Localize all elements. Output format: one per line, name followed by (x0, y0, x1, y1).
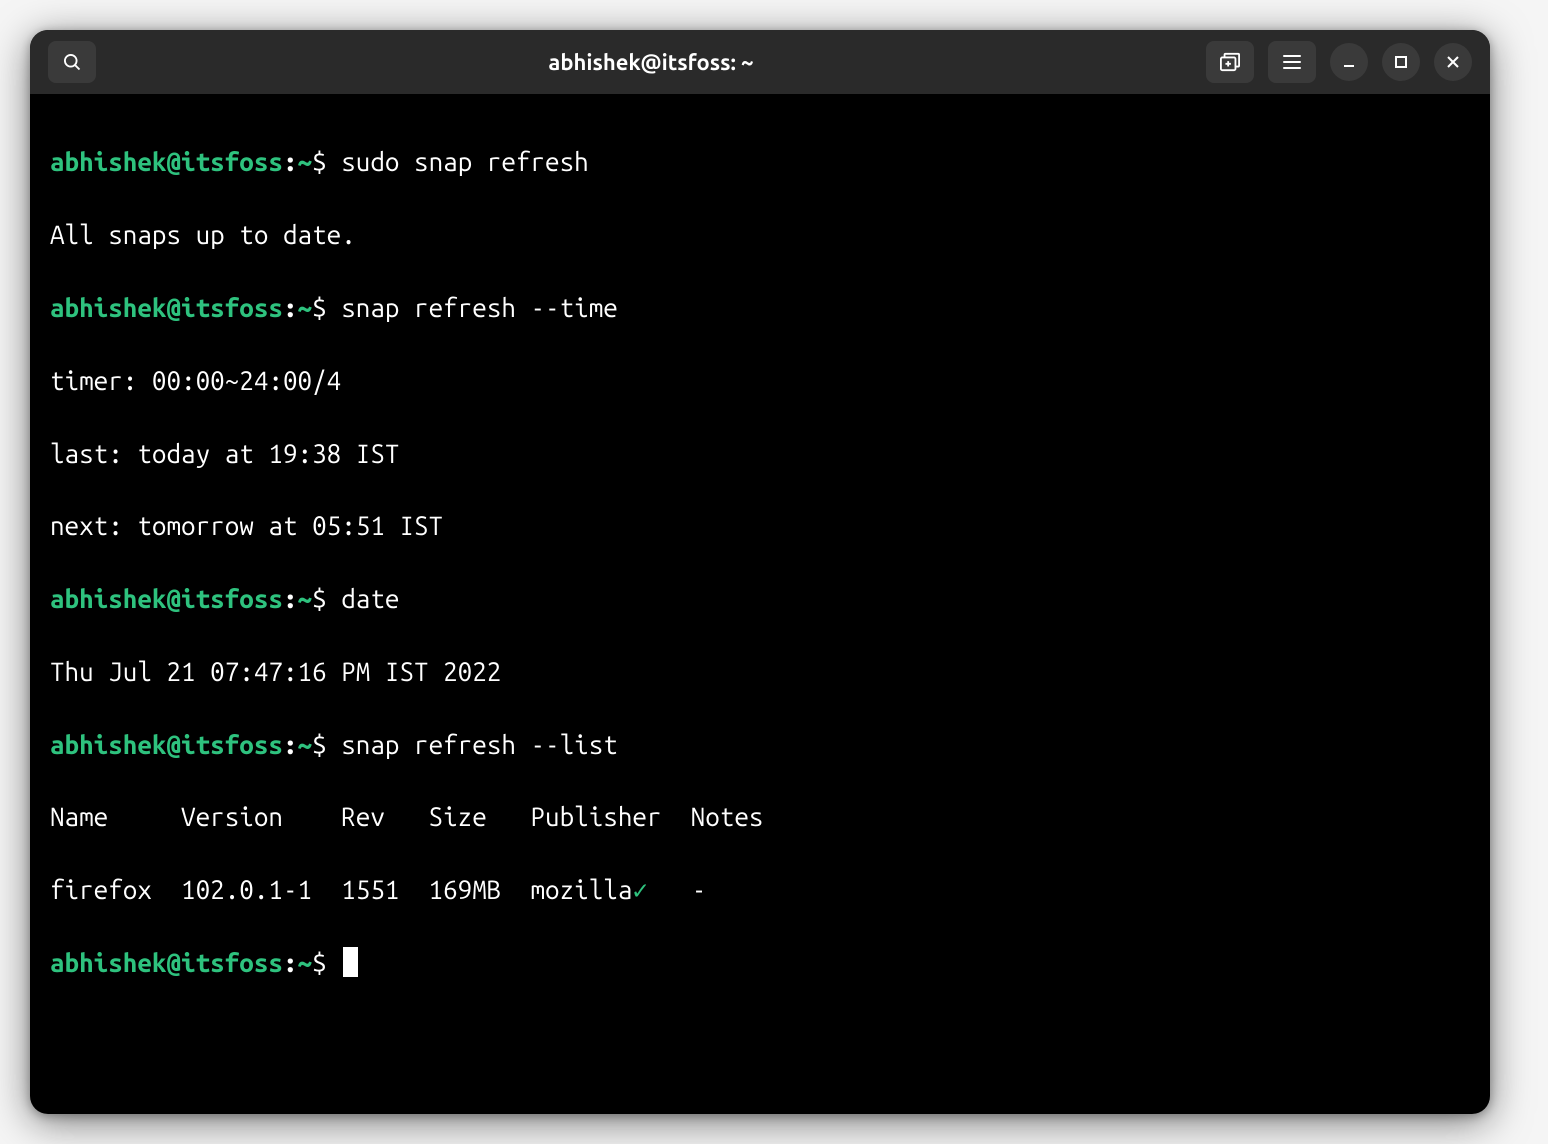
terminal-body[interactable]: abhishek@itsfoss:~$ sudo snap refresh Al… (30, 94, 1490, 1114)
prompt-user: abhishek@itsfoss (50, 147, 283, 176)
snap-list-header: Name Version Rev Size Publisher Notes (50, 799, 1470, 835)
maximize-icon (1394, 55, 1408, 69)
command-2: snap refresh --time (341, 293, 618, 322)
verified-check-icon: ✓ (632, 875, 648, 904)
snap-list-row: firefox 102.0.1-1 1551 169MB mozilla✓ - (50, 872, 1470, 908)
new-tab-icon (1219, 52, 1241, 72)
output-2c: next: tomorrow at 05:51 IST (50, 508, 1470, 544)
terminal-window: abhishek@itsfoss: ~ (30, 30, 1490, 1114)
new-tab-button[interactable] (1206, 41, 1254, 83)
prompt-line-1: abhishek@itsfoss:~$ sudo snap refresh (50, 144, 1470, 180)
command-4: snap refresh --list (341, 730, 618, 759)
prompt-path: ~ (298, 147, 313, 176)
hamburger-icon (1282, 54, 1302, 70)
cursor (343, 947, 358, 977)
prompt-colon: : (283, 147, 298, 176)
prompt-line-3: abhishek@itsfoss:~$ date (50, 581, 1470, 617)
snap-row-post: - (648, 875, 706, 904)
minimize-button[interactable] (1330, 43, 1368, 81)
prompt-line-5: abhishek@itsfoss:~$ (50, 945, 1470, 981)
maximize-button[interactable] (1382, 43, 1420, 81)
output-2a: timer: 00:00~24:00/4 (50, 363, 1470, 399)
search-icon (62, 52, 82, 72)
prompt-line-4: abhishek@itsfoss:~$ snap refresh --list (50, 727, 1470, 763)
command-3: date (341, 584, 399, 613)
minimize-icon (1342, 55, 1356, 69)
snap-row-pre: firefox 102.0.1-1 1551 169MB mozilla (50, 875, 632, 904)
output-2b: last: today at 19:38 IST (50, 436, 1470, 472)
prompt-dollar: $ (312, 147, 341, 176)
search-button[interactable] (48, 41, 96, 83)
close-button[interactable] (1434, 43, 1472, 81)
prompt-line-2: abhishek@itsfoss:~$ snap refresh --time (50, 290, 1470, 326)
output-1: All snaps up to date. (50, 217, 1470, 253)
titlebar: abhishek@itsfoss: ~ (30, 30, 1490, 94)
window-title: abhishek@itsfoss: ~ (110, 50, 1192, 75)
output-3: Thu Jul 21 07:47:16 PM IST 2022 (50, 654, 1470, 690)
menu-button[interactable] (1268, 41, 1316, 83)
close-icon (1446, 55, 1460, 69)
command-1: sudo snap refresh (341, 147, 589, 176)
